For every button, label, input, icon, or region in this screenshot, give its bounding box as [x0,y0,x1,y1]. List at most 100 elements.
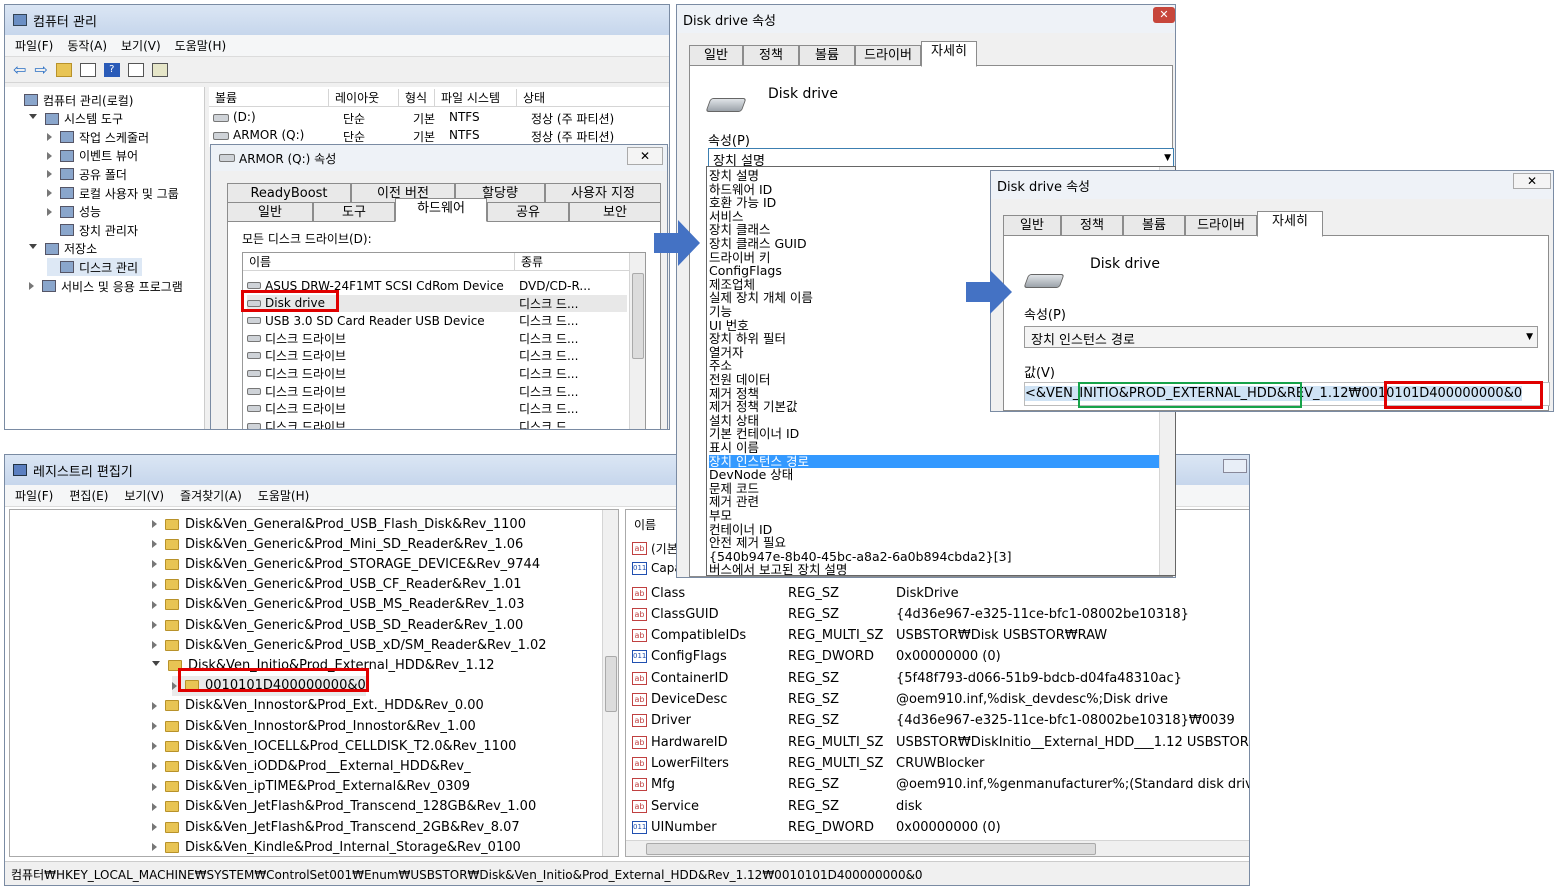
device-row[interactable]: 디스크 드라이브 디스크 드... [247,400,627,417]
expand-icon[interactable] [152,823,157,831]
registry-key[interactable]: Disk&Ven_Generic&Prod_USB_CF_Reader&Rev_… [152,575,522,595]
dd1-property-select[interactable]: 장치 설명 ▼ [708,148,1174,169]
dd1-tab-details[interactable]: 자세히 [921,41,977,67]
col-layout[interactable]: 레이아웃 [329,89,399,106]
registry-key[interactable]: Disk&Ven_iODD&Prod__External_HDD&Rev_ [152,756,471,776]
up-folder-icon[interactable] [55,62,72,77]
property-option[interactable]: 문제 코드 [709,482,1159,495]
dd2-close-icon[interactable]: ✕ [1513,173,1551,189]
expand-icon[interactable] [152,722,157,730]
expand-icon[interactable] [29,282,34,290]
value-col-name[interactable]: 이름 [634,516,656,533]
device-list-scrollbar[interactable] [629,253,645,429]
expand-icon[interactable] [47,133,52,142]
registry-key[interactable]: Disk&Ven_IOCELL&Prod_CELLDISK_T2.0&Rev_1… [152,736,516,756]
registry-value-row[interactable]: ab DeviceDesc REG_SZ @oem910.inf,%disk_devd… [632,690,1249,710]
expand-icon[interactable] [152,762,157,771]
col-filesystem[interactable]: 파일 시스템 [435,89,517,106]
tree-item[interactable]: 이벤트 뷰어 [47,147,138,165]
expand-icon[interactable] [152,843,157,852]
property-option[interactable]: 제거 관련 [709,495,1159,508]
expand-icon[interactable] [47,170,52,179]
value-pane-hscroll-thumb[interactable] [646,843,1096,855]
forward-icon[interactable]: ⇨ [34,60,47,79]
tree-item[interactable]: 디스크 관리 [47,258,143,277]
property-option[interactable]: 표시 이름 [709,441,1159,454]
device-list-scroll-thumb[interactable] [632,273,644,359]
volume-row[interactable]: (D:) 단순 기본 NTFS 정상 (주 파티션) [213,109,669,127]
tab-hardware[interactable]: 하드웨어 [395,198,487,222]
dd2-tab-policy[interactable]: 정책 [1061,215,1123,237]
registry-key[interactable]: Disk&Ven_Generic&Prod_Mini_SD_Reader&Rev… [152,534,523,554]
registry-key[interactable]: Disk&Ven_Innostor&Prod_Innostor&Rev_1.00 [152,716,476,736]
key-tree-scrollbar[interactable] [602,510,618,856]
dd1-tab-volume[interactable]: 볼륨 [799,45,855,67]
registry-key[interactable]: Disk&Ven_Kindle&Prod_Internal_Storage&Re… [152,837,521,856]
registry-value-row[interactable]: ab HardwareID REG_MULTI_SZ USBSTOR₩DiskInit… [632,732,1249,752]
menu-view[interactable]: 보기(V) [121,37,161,54]
collapse-icon[interactable] [152,660,160,670]
expand-icon[interactable] [152,802,157,811]
expand-icon[interactable] [47,189,52,197]
dd2-property-select[interactable]: 장치 인스턴스 경로 ▼ [1024,326,1538,348]
registry-key[interactable]: Disk&Ven_Generic&Prod_STORAGE_DEVICE&Rev… [152,554,540,574]
property-option[interactable]: 기본 컨테이너 ID [709,427,1159,440]
volume-row[interactable]: ARMOR (Q:) 단순 기본 NTFS 정상 (주 파티션) [213,127,669,145]
dd1-close-icon[interactable]: ✕ [1153,7,1175,23]
expand-icon[interactable] [152,580,157,589]
tree-item[interactable]: 성능 [47,203,101,221]
registry-value-row[interactable]: ab Mfg REG_SZ @oem910.inf,%genmanufacturer%… [632,775,1249,795]
col-status[interactable]: 상태 [517,89,669,106]
menu-action[interactable]: 동작(A) [67,37,107,54]
registry-value-row[interactable]: ab Service REG_SZ disk [632,796,1249,816]
expand-icon[interactable] [152,540,157,549]
property-option[interactable]: DevNode 상태 [709,468,1159,481]
reg-menu-view[interactable]: 보기(V) [124,487,164,504]
tree-item[interactable]: 장치 관리자 [47,221,138,239]
property-option[interactable]: 컨테이너 ID [709,523,1159,536]
registry-value-row[interactable]: ab Class REG_SZ DiskDrive [632,583,1249,603]
tree-item[interactable]: 로컬 사용자 및 그룹 [47,184,179,202]
minimize-icon[interactable] [1223,459,1247,473]
registry-value-row[interactable]: ab ClassGUID REG_SZ {4d36e967-e325-11ce-bfc… [632,604,1249,624]
reg-menu-help[interactable]: 도움말(H) [258,487,310,504]
registry-key[interactable]: Disk&Ven_Generic&Prod_USB_SD_Reader&Rev_… [152,615,523,635]
tree-item[interactable]: 서비스 및 응용 프로그램 [29,277,183,295]
registry-value-row[interactable]: ab CompatibleIDs REG_MULTI_SZ USBSTOR₩Disk … [632,626,1249,646]
expand-icon[interactable] [172,681,177,690]
registry-value-row[interactable]: ab ContainerID REG_SZ {5f48f793-d066-51b9-b… [632,668,1249,688]
expand-icon[interactable] [47,207,52,216]
tree-item[interactable]: 저장소 [29,240,97,258]
device-row[interactable]: 디스크 드라이브 디스크 드... [247,365,627,382]
reg-menu-favorites[interactable]: 즐겨찾기(A) [180,487,242,504]
console-tree-icon[interactable] [79,62,96,77]
device-row[interactable]: USB 3.0 SD Card Reader USB Device 디스크 드..… [247,312,627,329]
back-icon[interactable]: ⇦ [13,60,26,79]
value-row-default-partial[interactable]: ab (기본 [632,540,678,557]
dd2-tab-general[interactable]: 일반 [1003,215,1061,237]
registry-key[interactable]: Disk&Ven_JetFlash&Prod_Transcend_128GB&R… [152,797,536,817]
col-kind[interactable]: 종류 [515,253,631,270]
dd1-tab-driver[interactable]: 드라이버 [855,45,921,67]
registry-key[interactable]: Disk&Ven_General&Prod_USB_Flash_Disk&Rev… [152,514,526,534]
close-icon[interactable]: ✕ [627,147,663,165]
registry-value-row[interactable]: 011 ConfigFlags REG_DWORD 0x00000000 (0) [632,647,1249,667]
registry-value-row[interactable]: ab Driver REG_SZ {4d36e967-e325-11ce-bfc1-0… [632,711,1249,731]
expand-icon[interactable] [152,701,157,710]
dd2-tab-driver[interactable]: 드라이버 [1185,215,1257,237]
dd1-tab-general[interactable]: 일반 [689,45,743,67]
expand-icon[interactable] [152,742,157,751]
registry-key[interactable]: Disk&Ven_JetFlash&Prod_Transcend_2GB&Rev… [152,817,520,837]
registry-value-row[interactable]: 011 UINumber REG_DWORD 0x00000000 (0) [632,817,1249,837]
registry-key[interactable]: Disk&Ven_Innostor&Prod_Ext._HDD&Rev_0.00 [152,696,484,716]
dd1-tab-policy[interactable]: 정책 [743,45,799,67]
dd2-tab-volume[interactable]: 볼륨 [1123,215,1185,237]
property-option[interactable]: 버스에서 보고된 장치 설명 [709,563,1159,575]
expand-icon[interactable] [152,641,157,650]
device-row[interactable]: 디스크 드라이브 디스크 드... [247,347,627,364]
device-row[interactable]: 디스크 드라이브 디스크 드... [247,383,627,400]
collapse-icon[interactable] [29,114,37,123]
menu-help[interactable]: 도움말(H) [175,37,227,54]
expand-icon[interactable] [152,560,157,569]
reg-menu-edit[interactable]: 편집(E) [69,487,108,504]
